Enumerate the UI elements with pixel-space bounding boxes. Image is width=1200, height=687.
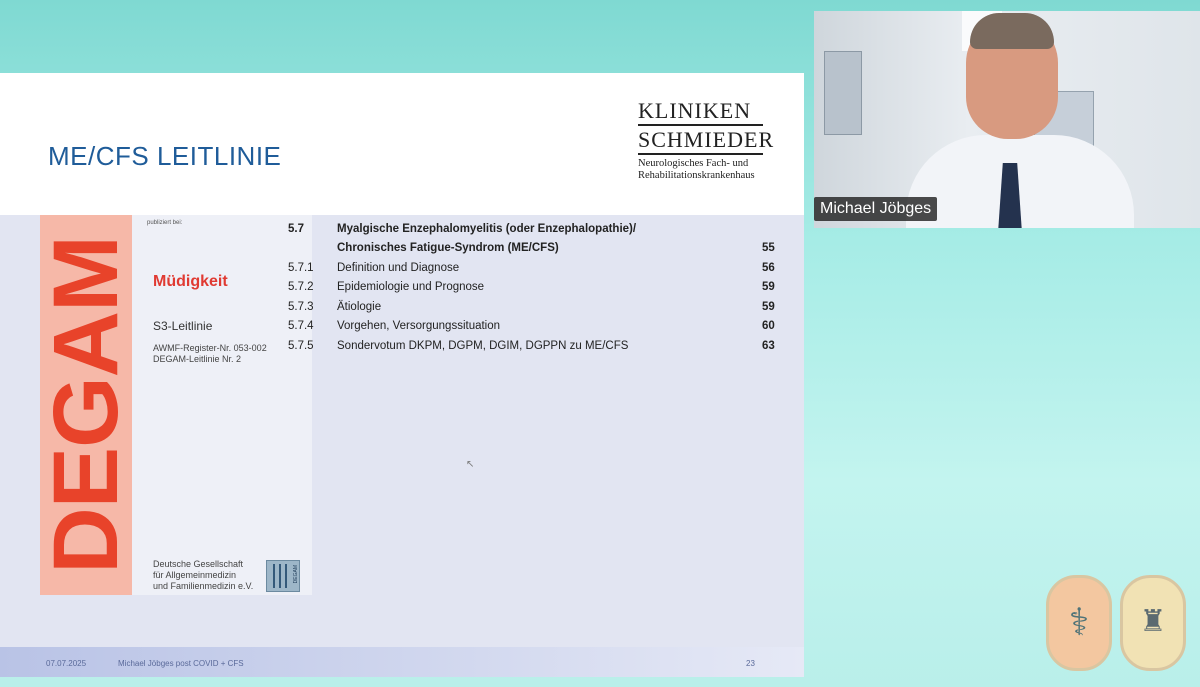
toc-number: 5.7.1 xyxy=(288,262,314,274)
degam-logo-stroke xyxy=(273,564,275,588)
toc-page: 56 xyxy=(762,262,775,274)
toc-number: 5.7.4 xyxy=(288,320,314,332)
org-line-2: für Allgemeinmedizin xyxy=(153,570,237,580)
slide-footer: 07.07.2025 Michael Jöbges post COVID + C… xyxy=(0,647,804,677)
logo-rule xyxy=(638,124,763,126)
toc-page: 60 xyxy=(762,320,775,332)
toc-number: 5.7 xyxy=(288,223,304,235)
toc-text: Ätiologie xyxy=(337,301,382,313)
org-line-1: Deutsche Gesellschaft xyxy=(153,559,244,569)
cover-organisation: Deutsche Gesellschaft für Allgemeinmediz… xyxy=(153,559,253,592)
cover-panel xyxy=(132,215,312,595)
toc-text: Vorgehen, Versorgungssituation xyxy=(337,320,501,332)
cover-publisher: publiziert bei: xyxy=(147,220,183,226)
register-line-1: AWMF-Register-Nr. 053-002 xyxy=(153,343,267,353)
degam-logo-icon: DEGAM xyxy=(266,560,300,592)
logo-rule xyxy=(638,153,763,155)
toc-text: Definition und Diagnose xyxy=(337,262,460,274)
caduceus-crest-icon: ⚕ xyxy=(1046,575,1112,671)
toc-page: 63 xyxy=(762,340,775,352)
lions-icon: ♜ xyxy=(1139,605,1167,638)
participant-video[interactable] xyxy=(814,11,1200,228)
kliniken-schmieder-logo: KLINIKEN SCHMIEDER Neurologisches Fach- … xyxy=(638,98,775,182)
degam-logo-text: DEGAM xyxy=(293,565,299,584)
document-image: DEGAM publiziert bei: Müdigkeit S3-Leitl… xyxy=(0,215,804,647)
logo-line-3: Neurologisches Fach- und xyxy=(638,158,749,169)
footer-presenter: Michael Jöbges post COVID + CFS xyxy=(118,659,244,668)
logo-line-1: KLINIKEN xyxy=(638,98,752,123)
degam-logo-stroke xyxy=(285,564,287,588)
video-person-hair xyxy=(970,13,1054,49)
toc-text: Epidemiologie und Prognose xyxy=(337,281,485,293)
video-wall-frame xyxy=(824,51,862,135)
toc-page: 59 xyxy=(762,301,775,313)
caduceus-icon: ⚕ xyxy=(1068,602,1090,644)
cursor-icon: ↖ xyxy=(466,459,475,470)
toc-number: 5.7.3 xyxy=(288,301,314,313)
toc-text: Sondervotum DKPM, DGPM, DGIM, DGPPN zu M… xyxy=(337,340,629,352)
cover-register: AWMF-Register-Nr. 053-002 DEGAM-Leitlini… xyxy=(153,343,267,365)
org-line-3: und Familienmedizin e.V. xyxy=(153,581,254,591)
footer-page-number: 23 xyxy=(746,659,755,668)
toc-page: 59 xyxy=(762,281,775,293)
degam-cover-wordmark: DEGAM xyxy=(35,236,137,574)
toc-page: 55 xyxy=(762,242,775,254)
register-line-2: DEGAM-Leitlinie Nr. 2 xyxy=(153,354,242,364)
lions-crest-icon: ♜ xyxy=(1120,575,1186,671)
toc-text: Myalgische Enzephalomyelitis (oder Enzep… xyxy=(337,223,637,235)
footer-date: 07.07.2025 xyxy=(46,659,87,668)
logo-line-2: SCHMIEDER xyxy=(638,127,775,152)
slide-title: ME/CFS LEITLINIE xyxy=(48,141,282,171)
degam-logo-stroke xyxy=(279,564,281,588)
toc-number: 5.7.5 xyxy=(288,340,314,352)
presentation-slide: ME/CFS LEITLINIE KLINIKEN SCHMIEDER Neur… xyxy=(0,73,804,677)
toc-text: Chronisches Fatigue-Syndrom (ME/CFS) xyxy=(337,242,559,254)
cover-subtitle: S3-Leitlinie xyxy=(153,319,213,333)
cover-title: Müdigkeit xyxy=(153,273,228,290)
participant-name-tag: Michael Jöbges xyxy=(814,197,938,221)
toc-number: 5.7.2 xyxy=(288,281,314,293)
logo-line-4: Rehabilitationskrankenhaus xyxy=(638,170,755,181)
